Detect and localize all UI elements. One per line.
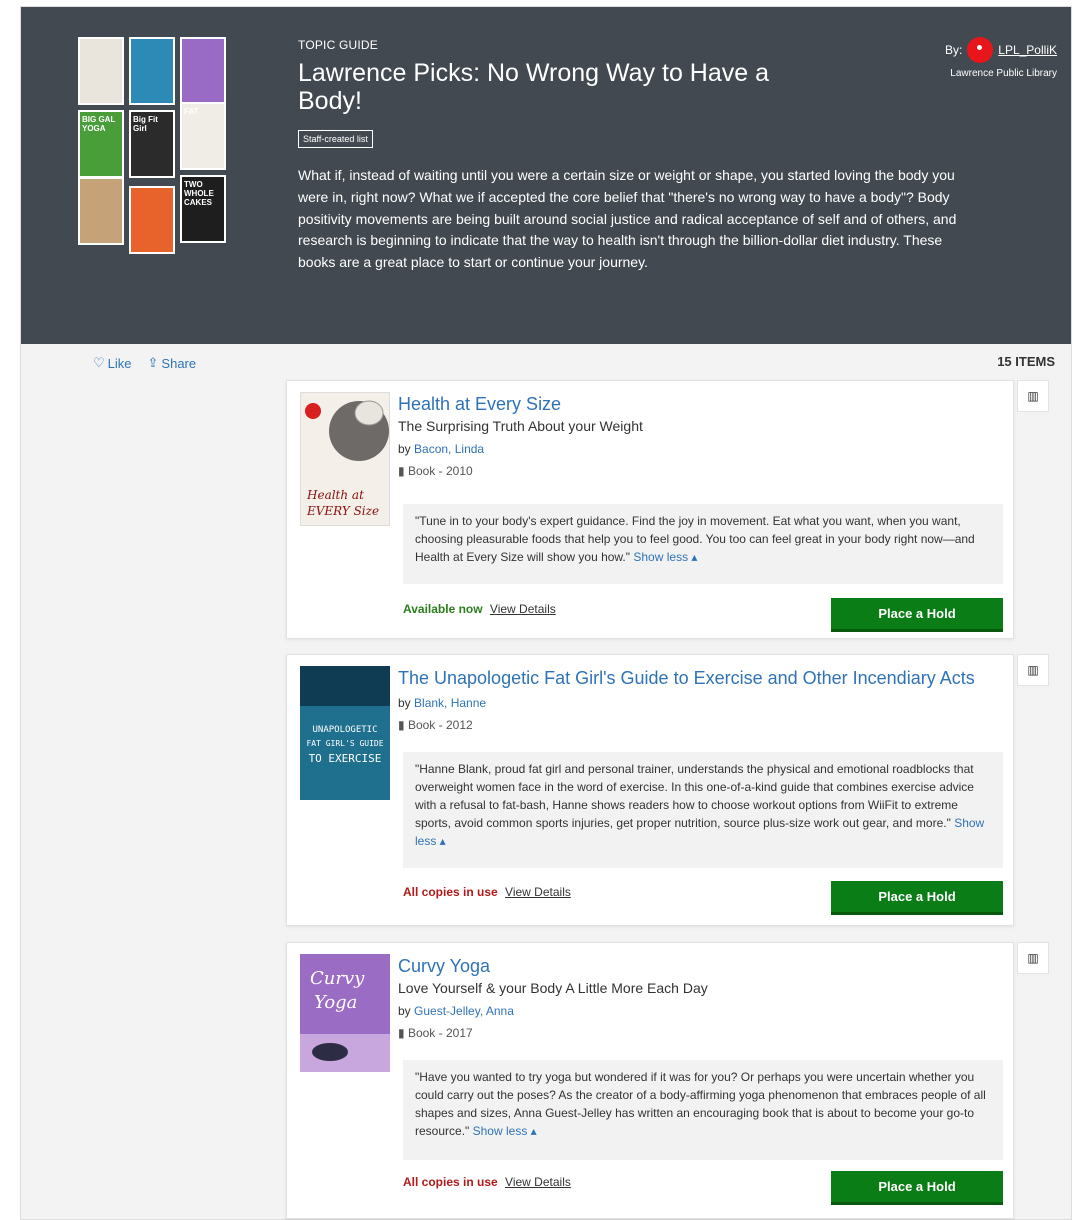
book-summary: "Have you wanted to try yoga but wondere… (403, 1060, 1003, 1160)
shelf-button[interactable]: ▥ (1017, 380, 1049, 412)
book-title-link[interactable]: Health at Every Size (398, 394, 561, 415)
svg-text:TO EXERCISE: TO EXERCISE (309, 752, 382, 765)
author-link[interactable]: Blank, Hanne (414, 696, 486, 710)
share-icon: ⇪ (147, 355, 159, 370)
svg-text:EVERY Size: EVERY Size (306, 504, 379, 518)
cover-thumb: BIG GAL YOGA (78, 110, 124, 178)
book-icon: ▮ (398, 1026, 405, 1040)
svg-text:Yoga: Yoga (314, 992, 357, 1013)
cover-thumb (78, 177, 124, 245)
staff-list-badge: Staff-created list (298, 130, 373, 148)
book-subtitle: The Surprising Truth About your Weight (398, 418, 643, 434)
cover-thumb: FAT (180, 102, 226, 170)
book-author: by Blank, Hanne (398, 696, 487, 710)
book-cover[interactable]: Health at EVERY Size (300, 392, 390, 526)
cover-thumb: TWO WHOLE CAKES (180, 175, 226, 243)
book-subtitle: Love Yourself & your Body A Little More … (398, 980, 708, 996)
list-description: What if, instead of waiting until you we… (298, 167, 957, 271)
svg-text:UNAPOLOGETIC: UNAPOLOGETIC (312, 725, 377, 735)
like-button[interactable]: ♡ Like (93, 355, 132, 371)
shelf-button[interactable]: ▥ (1017, 654, 1049, 686)
avatar[interactable] (967, 37, 994, 63)
bookshelf-icon: ▥ (1027, 663, 1039, 677)
item-count: 15 ITEMS (997, 354, 1055, 369)
show-less-link[interactable]: Show less ▴ (473, 1124, 537, 1138)
cover-thumb: Big Fit Girl (129, 110, 175, 178)
place-hold-button[interactable]: Place a Hold (831, 1171, 1003, 1205)
book-card: Health at EVERY Size Health at Every Siz… (286, 380, 1014, 639)
book-summary: "Hanne Blank, proud fat girl and persona… (403, 752, 1003, 868)
heart-icon: ♡ (93, 355, 105, 370)
book-card: Curvy Yoga Curvy Yoga Love Yourself & yo… (286, 942, 1014, 1219)
svg-text:FAT GIRL'S GUIDE: FAT GIRL'S GUIDE (306, 739, 383, 748)
page-title: Lawrence Picks: No Wrong Way to Have a B… (298, 59, 770, 115)
page-frame: BIG GAL YOGA Big Fit Girl FAT TWO WHOLE … (20, 6, 1072, 1220)
book-title-link[interactable]: The Unapologetic Fat Girl's Guide to Exe… (398, 668, 975, 689)
view-details-link[interactable]: View Details (505, 885, 571, 899)
book-icon: ▮ (398, 464, 405, 478)
cover-thumb (180, 37, 226, 105)
book-cover[interactable]: Curvy Yoga (300, 954, 390, 1072)
book-format: ▮ Book - 2017 (398, 1026, 473, 1040)
svg-text:Health at: Health at (306, 488, 364, 502)
cover-thumb (78, 37, 124, 105)
author-link[interactable]: Guest-Jelley, Anna (414, 1004, 514, 1018)
book-cover[interactable]: UNAPOLOGETIC FAT GIRL'S GUIDE TO EXERCIS… (300, 666, 390, 800)
cover-collage: BIG GAL YOGA Big Fit Girl FAT TWO WHOLE … (78, 37, 228, 259)
book-title-link[interactable]: Curvy Yoga (398, 956, 490, 977)
author-link[interactable]: LPL_PolliK (998, 43, 1057, 57)
cover-thumb (129, 186, 175, 254)
place-hold-button[interactable]: Place a Hold (831, 881, 1003, 915)
availability-status: All copies in use View Details (403, 1175, 571, 1189)
book-summary: "Tune in to your body's expert guidance.… (403, 504, 1003, 584)
book-format: ▮ Book - 2012 (398, 718, 473, 732)
view-details-link[interactable]: View Details (490, 602, 556, 616)
author-org: Lawrence Public Library (950, 68, 1057, 79)
book-author: by Bacon, Linda (398, 442, 485, 456)
list-header: BIG GAL YOGA Big Fit Girl FAT TWO WHOLE … (21, 7, 1071, 344)
bookshelf-icon: ▥ (1027, 951, 1039, 965)
availability-status: All copies in use View Details (403, 885, 571, 899)
share-button[interactable]: ⇪ Share (148, 355, 197, 371)
availability-status: Available now View Details (403, 602, 556, 616)
book-card: UNAPOLOGETIC FAT GIRL'S GUIDE TO EXERCIS… (286, 654, 1014, 926)
author-link[interactable]: Bacon, Linda (414, 442, 484, 456)
book-author: by Guest-Jelley, Anna (398, 1004, 514, 1018)
bookshelf-icon: ▥ (1027, 389, 1039, 403)
book-format: ▮ Book - 2010 (398, 464, 473, 478)
svg-text:Curvy: Curvy (310, 968, 365, 989)
byline: By: LPL_PolliK Lawrence Public Library (945, 37, 1057, 81)
list-type-label: TOPIC GUIDE (298, 38, 378, 52)
cover-thumb (129, 37, 175, 105)
place-hold-button[interactable]: Place a Hold (831, 598, 1003, 632)
by-label: By: (944, 43, 963, 57)
list-actions: ♡ Like ⇪ Share (93, 355, 196, 371)
show-less-link[interactable]: Show less ▴ (633, 550, 697, 564)
book-icon: ▮ (398, 718, 405, 732)
view-details-link[interactable]: View Details (505, 1175, 571, 1189)
shelf-button[interactable]: ▥ (1017, 942, 1049, 974)
